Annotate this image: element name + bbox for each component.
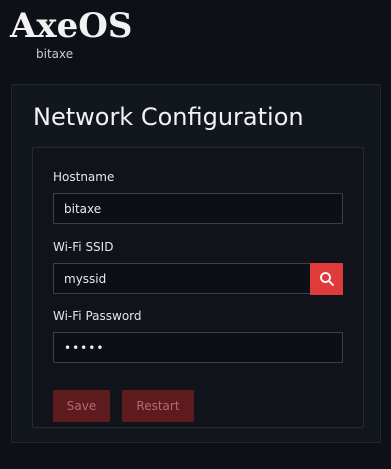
password-input[interactable] <box>53 332 343 363</box>
app-header: AxeOS bitaxe <box>0 0 391 78</box>
network-form: Hostname Wi-Fi SSID Wi-Fi Password Save … <box>32 147 364 428</box>
axeos-logo[interactable]: AxeOS bitaxe <box>10 6 133 64</box>
logo-wordmark: AxeOS <box>10 6 133 46</box>
logo-sub-label: bitaxe <box>36 47 74 61</box>
hostname-label: Hostname <box>53 170 115 184</box>
restart-button[interactable]: Restart <box>122 390 194 422</box>
ssid-label: Wi-Fi SSID <box>53 240 114 254</box>
ssid-input[interactable] <box>53 263 311 294</box>
network-config-card: Network Configuration Hostname Wi-Fi SSI… <box>11 84 381 443</box>
save-button[interactable]: Save <box>53 390 110 422</box>
password-label: Wi-Fi Password <box>53 309 142 323</box>
page-title: Network Configuration <box>33 103 304 131</box>
ssid-scan-button[interactable] <box>310 263 343 295</box>
search-icon <box>319 271 335 287</box>
hostname-input[interactable] <box>53 193 343 224</box>
